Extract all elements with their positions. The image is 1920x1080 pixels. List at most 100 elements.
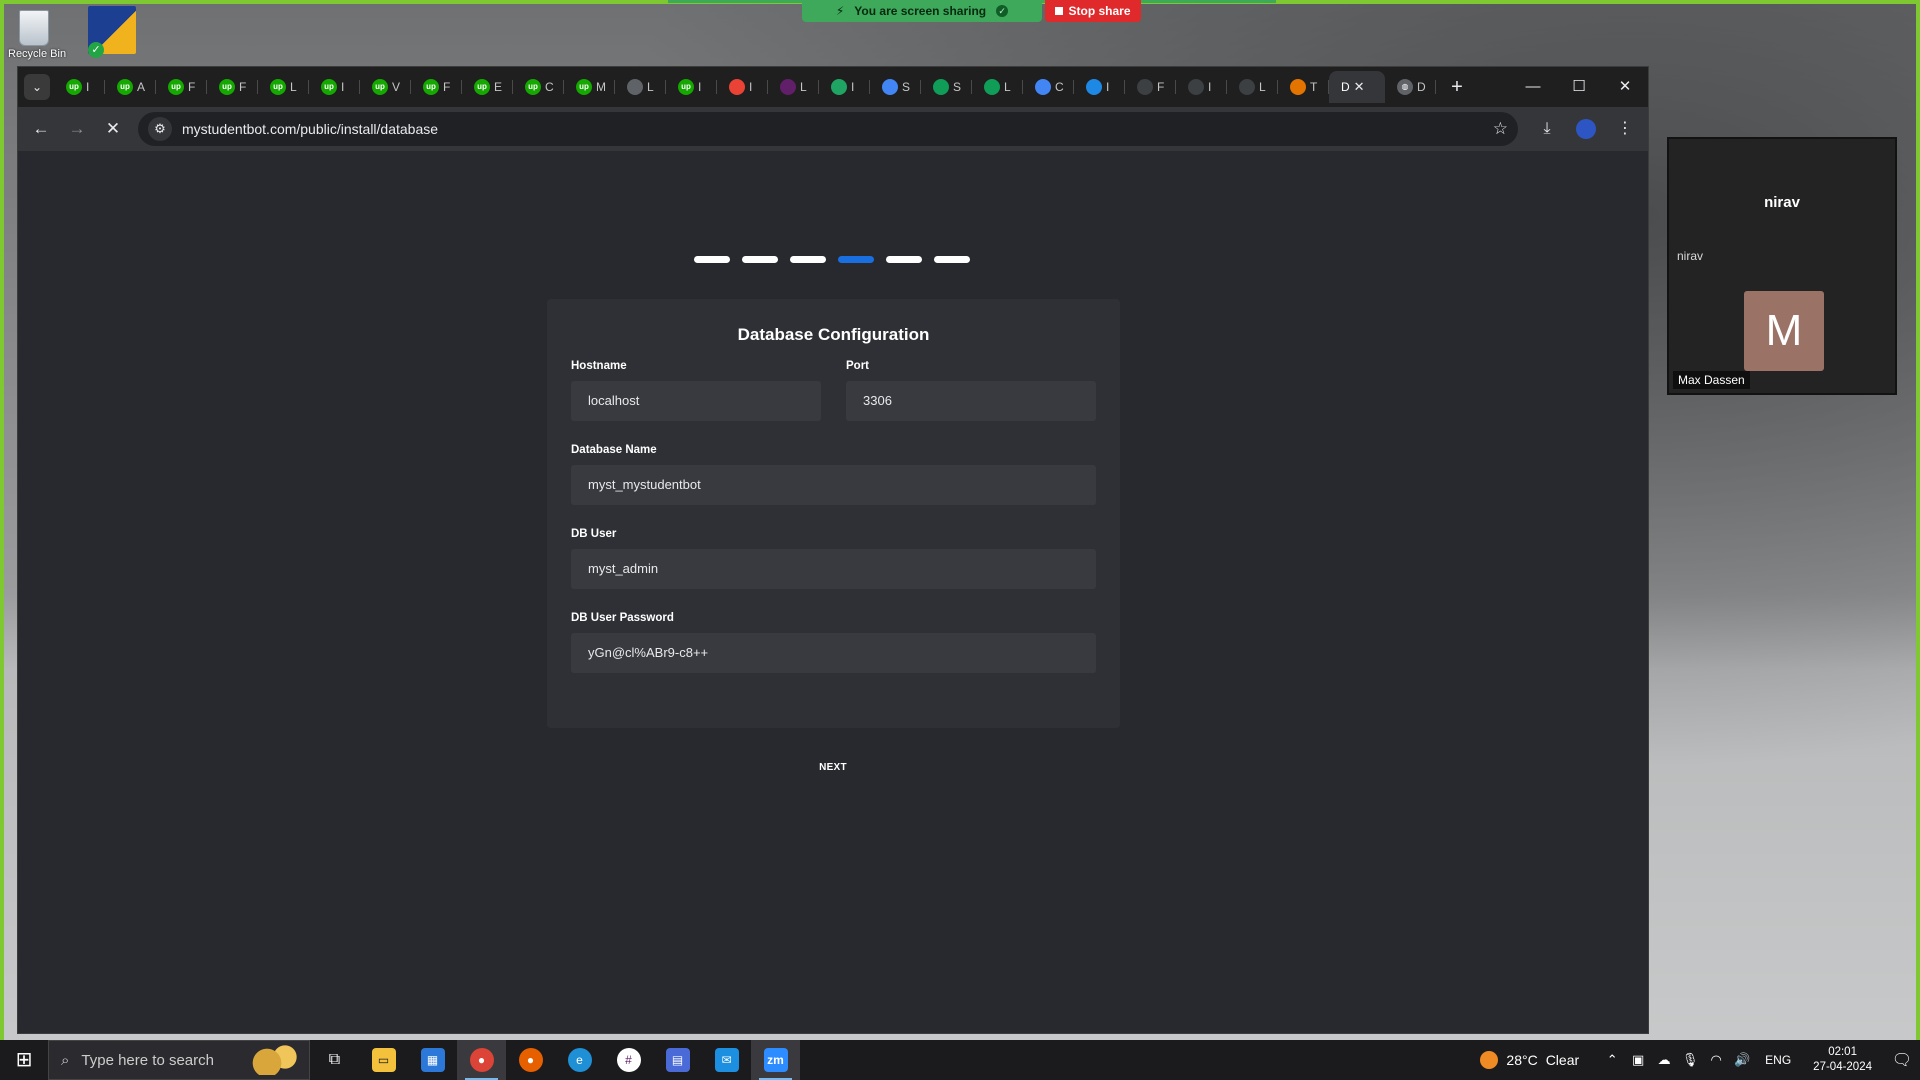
db-user-input[interactable]: myst_admin xyxy=(571,549,1096,589)
tab-upwork[interactable]: up L xyxy=(258,71,309,103)
address-bar[interactable]: ⚙ mystudentbot.com/public/install/databa… xyxy=(138,112,1518,146)
close-tab-icon[interactable]: ✕ xyxy=(1354,79,1365,95)
firefox-icon[interactable]: ● xyxy=(506,1040,555,1080)
chevron-up-icon[interactable]: ⌃ xyxy=(1599,1052,1625,1068)
tab-docs[interactable]: C xyxy=(1023,71,1074,103)
tab-sheets[interactable]: L xyxy=(972,71,1023,103)
tab-diamond[interactable]: I xyxy=(1176,71,1227,103)
notification-center-icon[interactable]: 🗨 xyxy=(1884,1050,1920,1070)
taskbar-search[interactable]: ⌕ Type here to search xyxy=(48,1040,310,1080)
step-indicator xyxy=(742,256,778,263)
tab-title: L xyxy=(290,80,297,94)
tab-gmail[interactable]: I xyxy=(717,71,768,103)
next-button[interactable]: NEXT xyxy=(797,762,869,773)
tab-upwork[interactable]: up F xyxy=(207,71,258,103)
hostname-input[interactable]: localhost xyxy=(571,381,821,421)
pin-icon[interactable]: ⚡ xyxy=(836,4,844,18)
upwork-icon: up xyxy=(117,79,133,95)
desktop-app-icon[interactable]: ✓ xyxy=(88,6,140,58)
close-window-button[interactable]: ✕ xyxy=(1602,67,1648,107)
tab-upwork[interactable]: up I xyxy=(309,71,360,103)
tab-slack[interactable]: L xyxy=(768,71,819,103)
tab-diamond[interactable]: F xyxy=(1125,71,1176,103)
db-password-label: DB User Password xyxy=(571,612,674,624)
url-text[interactable]: mystudentbot.com/public/install/database xyxy=(182,121,1483,137)
tab-title: F xyxy=(1157,80,1165,94)
upwork-icon: up xyxy=(423,79,439,95)
db-name-input[interactable]: myst_mystudentbot xyxy=(571,465,1096,505)
tab-sheets[interactable]: S xyxy=(921,71,972,103)
page-content: Database Configuration Hostname localhos… xyxy=(18,151,1648,1033)
tab-triangle[interactable]: T xyxy=(1278,71,1329,103)
calculator-icon[interactable]: ▤ xyxy=(653,1040,702,1080)
onedrive-cloud-icon[interactable]: ☁ xyxy=(1651,1052,1677,1068)
maximize-button[interactable]: ☐ xyxy=(1556,67,1602,107)
tab-title: L xyxy=(800,80,807,94)
new-tab-button[interactable]: + xyxy=(1442,76,1472,99)
weather-temp: 28°C xyxy=(1506,1052,1538,1068)
zoom-participant-panel[interactable]: nirav nirav M Max Dassen xyxy=(1667,137,1897,395)
site-info-icon[interactable]: ⚙ xyxy=(148,117,172,141)
weather-widget[interactable]: 28°C Clear xyxy=(1480,1051,1579,1069)
wifi-icon[interactable]: ◠ xyxy=(1703,1052,1729,1068)
port-input[interactable]: 3306 xyxy=(846,381,1096,421)
store-icon[interactable]: ▦ xyxy=(408,1040,457,1080)
task-view-icon[interactable]: ⧉ xyxy=(310,1040,359,1080)
bookmark-star-icon[interactable]: ☆ xyxy=(1493,119,1508,139)
tab-globe[interactable]: L xyxy=(615,71,666,103)
tab-active[interactable]: D ✕ xyxy=(1329,71,1385,103)
tab-upwork[interactable]: up M xyxy=(564,71,615,103)
tab-upwork[interactable]: up V xyxy=(360,71,411,103)
slack-icon[interactable]: # xyxy=(604,1040,653,1080)
tab-title: S xyxy=(902,80,911,94)
tab-docs[interactable]: S xyxy=(870,71,921,103)
download-icon[interactable]: ⤓ xyxy=(1532,114,1562,144)
windows-start-icon[interactable]: ⊞ xyxy=(0,1040,48,1080)
forward-button[interactable]: → xyxy=(62,114,92,144)
tab-upwork[interactable]: up I xyxy=(54,71,105,103)
back-button[interactable]: ← xyxy=(26,114,56,144)
share-status: You are screen sharing xyxy=(854,4,987,18)
chrome-taskbar-icon[interactable]: ● xyxy=(457,1040,506,1080)
tab-upwork[interactable]: up C xyxy=(513,71,564,103)
language-indicator[interactable]: ENG xyxy=(1765,1053,1791,1067)
sheets-icon xyxy=(984,79,1000,95)
tab-strip: ⌄ up Iup Aup Fup Fup Lup Iup Vup Fup Eup Cup M Lup I I… xyxy=(18,67,1648,107)
zoom-panel-subtitle: nirav xyxy=(1677,249,1704,263)
db-name-label: Database Name xyxy=(571,444,657,456)
tab-title: I xyxy=(86,80,90,94)
edge-icon[interactable]: e xyxy=(555,1040,604,1080)
menu-kebab-icon[interactable]: ⋮ xyxy=(1610,114,1640,144)
tab-upwork[interactable]: up F xyxy=(156,71,207,103)
stop-loading-button[interactable]: ✕ xyxy=(98,114,128,144)
profile-avatar[interactable] xyxy=(1576,119,1596,139)
tab-upwork[interactable]: up I xyxy=(666,71,717,103)
stop-share-button[interactable]: Stop share xyxy=(1045,0,1141,22)
meet-now-icon[interactable]: ▣ xyxy=(1625,1052,1651,1068)
step-indicator xyxy=(790,256,826,263)
tab-search-button[interactable]: ⌄ xyxy=(24,74,50,100)
file-explorer-icon[interactable]: ▭ xyxy=(359,1040,408,1080)
tab-upwork[interactable]: up F xyxy=(411,71,462,103)
mail-icon[interactable]: ✉ xyxy=(702,1040,751,1080)
slack-icon xyxy=(780,79,796,95)
diamond-icon xyxy=(1188,79,1204,95)
volume-icon[interactable]: 🔊 xyxy=(1729,1052,1755,1068)
tab-upwork[interactable]: up E xyxy=(462,71,513,103)
step-indicator-active xyxy=(838,256,874,263)
microphone-icon[interactable]: 🎙 xyxy=(1677,1052,1703,1068)
zoom-icon[interactable]: zm xyxy=(751,1040,800,1080)
minimize-button[interactable]: — xyxy=(1510,67,1556,107)
tab-diamond[interactable]: L xyxy=(1227,71,1278,103)
recycle-bin-icon[interactable]: Recycle Bin xyxy=(8,6,66,60)
clock[interactable]: 02:01 27-04-2024 xyxy=(1813,1045,1872,1075)
tab-title: A xyxy=(137,80,146,94)
tab-s-logo[interactable]: I xyxy=(1074,71,1125,103)
hostname-label: Hostname xyxy=(571,360,627,372)
tab-drive[interactable]: I xyxy=(819,71,870,103)
upwork-icon: up xyxy=(525,79,541,95)
search-highlight-image xyxy=(243,1045,303,1075)
db-password-input[interactable]: yGn@cl%ABr9-c8++ xyxy=(571,633,1096,673)
tab-upwork[interactable]: up A xyxy=(105,71,156,103)
tab-last[interactable]: ◍ D xyxy=(1385,71,1436,103)
